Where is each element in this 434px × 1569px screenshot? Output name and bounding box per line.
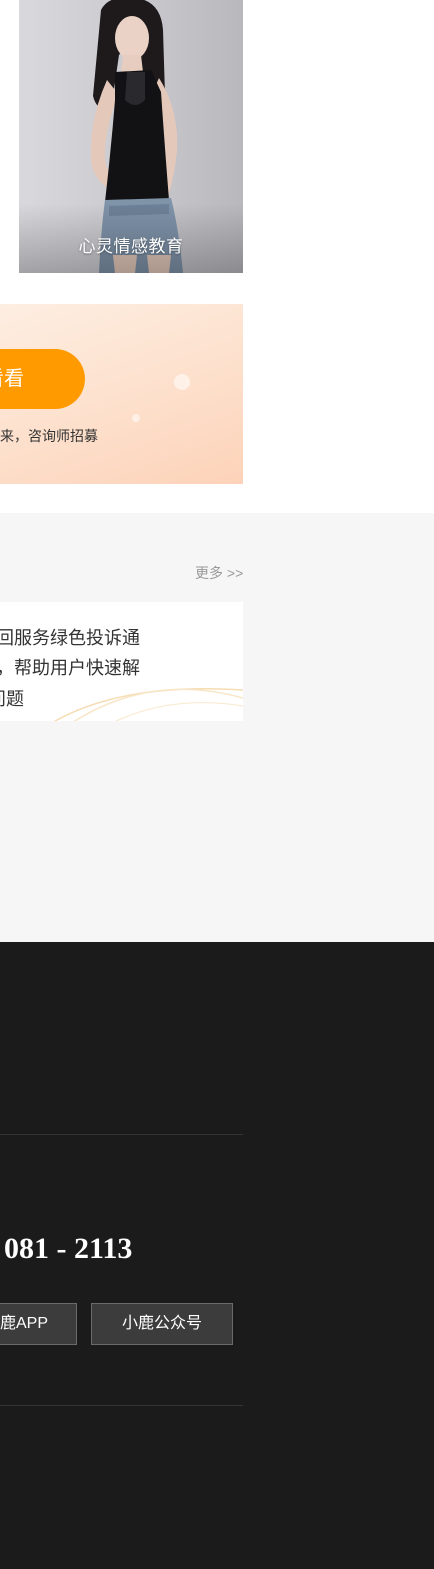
- promo-view-button[interactable]: 看看: [0, 349, 85, 409]
- hotline-number: 081 - 2113: [4, 1232, 133, 1265]
- footer-divider: [0, 1134, 243, 1135]
- decor-bubble: [174, 374, 190, 390]
- news-text-line: ，帮助用户快速解: [0, 658, 140, 678]
- news-text-line: 问题: [0, 689, 24, 709]
- footer-divider: [0, 1405, 243, 1406]
- wechat-account-button[interactable]: 小鹿公众号: [91, 1303, 233, 1345]
- promo-banner: 看看 来，咨询师招募: [0, 304, 243, 484]
- photo-card[interactable]: 心灵情感教育: [19, 0, 243, 273]
- app-download-button[interactable]: 鹿APP: [0, 1303, 77, 1345]
- decor-bubble: [132, 414, 140, 422]
- news-card[interactable]: 回服务绿色投诉通 ，帮助用户快速解 问题: [0, 602, 243, 721]
- news-text-line: 回服务绿色投诉通: [0, 628, 140, 648]
- footer: 081 - 2113 鹿APP 小鹿公众号: [0, 942, 434, 1569]
- promo-subtitle: 来，咨询师招募: [0, 428, 98, 444]
- news-section: 更多 >> 回服务绿色投诉通 ，帮助用户快速解 问题: [0, 513, 434, 942]
- more-link[interactable]: 更多 >>: [195, 563, 243, 583]
- photo-caption[interactable]: 心灵情感教育: [19, 232, 243, 257]
